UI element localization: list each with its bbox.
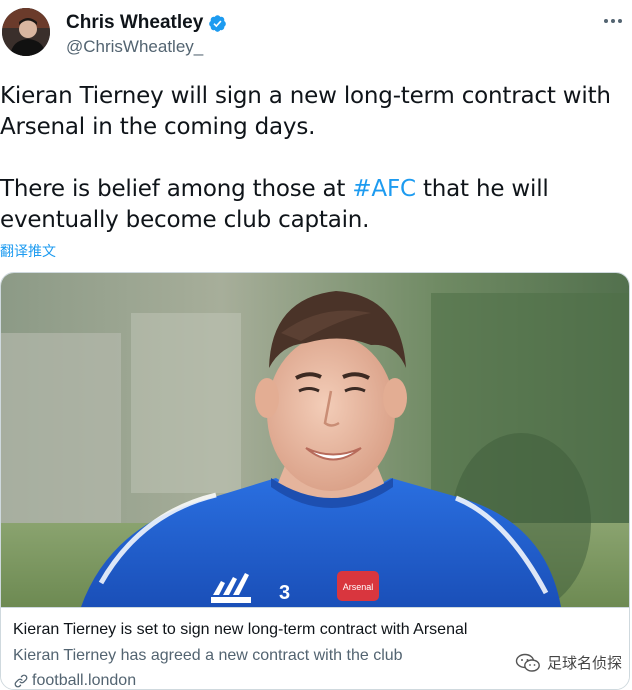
shirt-number: 3 — [279, 582, 290, 604]
tweet-header: Chris Wheatley @ChrisWheatley_ — [0, 0, 632, 70]
watermark-text: 足球名侦探 — [546, 654, 622, 672]
player-photo: Arsenal 3 — [1, 273, 629, 607]
card-title[interactable]: Kieran Tierney is set to sign new long-t… — [13, 621, 467, 639]
author-handle[interactable]: @ChrisWheatley_ — [66, 37, 203, 57]
name-row: Chris Wheatley — [66, 12, 227, 34]
watermark: 足球名侦探 — [515, 652, 622, 673]
shirt-badge: Arsenal — [343, 582, 374, 592]
avatar[interactable] — [2, 8, 50, 56]
tweet-text-before-hashtag: There is belief among those at — [0, 176, 353, 202]
card-domain-text: football.london — [32, 672, 137, 689]
more-dot — [604, 19, 608, 23]
card-domain[interactable]: football.london — [13, 672, 137, 689]
hashtag-link[interactable]: #AFC — [352, 176, 416, 202]
link-icon — [14, 674, 28, 688]
more-dot — [618, 19, 622, 23]
verified-badge-icon — [209, 14, 227, 32]
translate-tweet-link[interactable]: 翻译推文 — [0, 241, 56, 261]
avatar-image — [2, 8, 50, 56]
tweet-text: Kieran Tierney will sign a new long-term… — [0, 81, 630, 236]
card-meta: Kieran Tierney is set to sign new long-t… — [1, 607, 629, 689]
card-description: Kieran Tierney has agreed a new contract… — [13, 647, 403, 664]
display-name[interactable]: Chris Wheatley — [66, 12, 203, 34]
more-options-button[interactable] — [600, 10, 626, 32]
tweet-paragraph-2: There is belief among those at #AFC that… — [0, 174, 630, 236]
wechat-icon — [515, 653, 540, 672]
tweet-paragraph-1: Kieran Tierney will sign a new long-term… — [0, 83, 611, 140]
more-dot — [611, 19, 615, 23]
link-card[interactable]: Arsenal 3 Kieran Tierney is set to sign … — [0, 272, 630, 690]
